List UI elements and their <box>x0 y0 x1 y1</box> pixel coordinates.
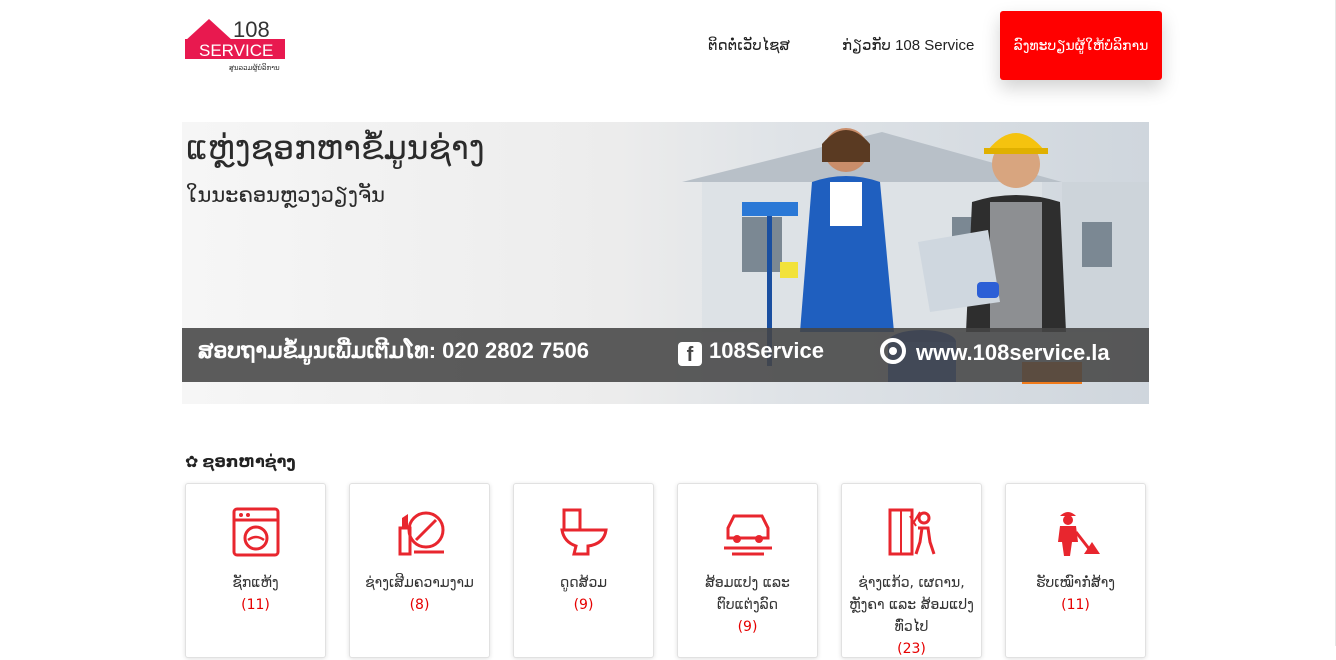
category-label: ຊ່າງແກ້ວ, ເຜດານ, ຫຼັງຄາ ແລະ ສ້ອມແປງທົ່ວໄ… <box>848 572 975 660</box>
section-title-text: ຊອກຫາຊ່າງ <box>202 452 296 471</box>
category-count: (8) <box>409 597 430 613</box>
facebook-label: f 108Service <box>678 338 824 366</box>
category-count: (9) <box>573 597 594 613</box>
category-label: ຊັກແຫ້ງ (11) <box>192 572 319 616</box>
banner-subtitle: ໃນນະຄອນຫຼວງວຽງຈັນ <box>186 183 385 207</box>
category-card-dry-cleaning[interactable]: ຊັກແຫ້ງ (11) <box>185 483 326 658</box>
glass-repair-icon <box>888 508 936 556</box>
facebook-name: 108Service <box>709 338 824 363</box>
construction-worker-icon <box>1058 512 1100 556</box>
category-label: ດູດສ້ວມ (9) <box>520 572 647 616</box>
facebook-icon: f <box>678 342 702 366</box>
contact-phone-text: ສອບຖາມຂໍ້ມູນເພີ່ມເຕີມໂທ: 020 2802 7506 <box>198 338 589 363</box>
category-label: ຮັບເໝົາກໍ່ສ້າງ (11) <box>1012 572 1139 616</box>
category-label: ສ້ອມແປງ ແລະ ຕົບແຕ່ງລົດ (9) <box>684 572 811 638</box>
category-count: (11) <box>1061 597 1090 613</box>
category-count: (9) <box>737 619 758 635</box>
banner-contact-strip: ສອບຖາມຂໍ້ມູນເພີ່ມເຕີມໂທ: 020 2802 7506 f… <box>182 328 1149 382</box>
category-card-construction[interactable]: ຮັບເໝົາກໍ່ສ້າງ (11) <box>1005 483 1146 658</box>
category-card-car-repair[interactable]: ສ້ອມແປງ ແລະ ຕົບແຕ່ງລົດ (9) <box>677 483 818 658</box>
category-count: (23) <box>897 641 926 657</box>
logo-word: SERVICE <box>199 41 273 60</box>
gear-icon: ✿ <box>185 452 199 471</box>
nav-contact-link[interactable]: ຕິດຕໍ່ເວັບໄຊສ <box>708 11 790 80</box>
category-card-septic[interactable]: ດູດສ້ວມ (9) <box>513 483 654 658</box>
toilet-icon <box>560 508 608 556</box>
category-card-glass-ceiling[interactable]: ຊ່າງແກ້ວ, ເຜດານ, ຫຼັງຄາ ແລະ ສ້ອມແປງທົ່ວໄ… <box>841 483 982 658</box>
logo-tagline: ສູນລວມຜູ້ບໍລິການ <box>229 63 280 72</box>
website-url: www.108service.la <box>916 340 1110 365</box>
logo[interactable]: 108 SERVICE ສູນລວມຜູ້ບໍລິການ <box>185 15 287 73</box>
category-card-beauty[interactable]: ຊ່າງເສີມຄວາມງາມ (8) <box>349 483 490 658</box>
logo-number: 108 <box>233 17 270 42</box>
chrome-icon <box>880 338 906 364</box>
register-provider-button[interactable]: ລົງທະບຽນຜູ້ໃຫ້ບໍລິການ <box>1000 11 1162 80</box>
category-count: (11) <box>241 597 270 613</box>
car-repair-icon <box>724 514 772 556</box>
makeup-icon <box>398 511 445 556</box>
website-label: www.108service.la <box>880 338 1110 366</box>
hero-banner: ແຫຼ່ງຊອກຫາຂໍ້ມູນຊ່າງ ໃນນະຄອນຫຼວງວຽງຈັນ ສ… <box>182 122 1149 404</box>
washing-machine-icon <box>232 507 280 557</box>
banner-title: ແຫຼ່ງຊອກຫາຂໍ້ມູນຊ່າງ <box>186 128 485 167</box>
nav-about-link[interactable]: ກ່ຽວກັບ 108 Service <box>842 11 974 80</box>
category-label: ຊ່າງເສີມຄວາມງາມ (8) <box>356 572 483 616</box>
find-technician-heading: ✿ ຊອກຫາຊ່າງ <box>185 452 296 471</box>
